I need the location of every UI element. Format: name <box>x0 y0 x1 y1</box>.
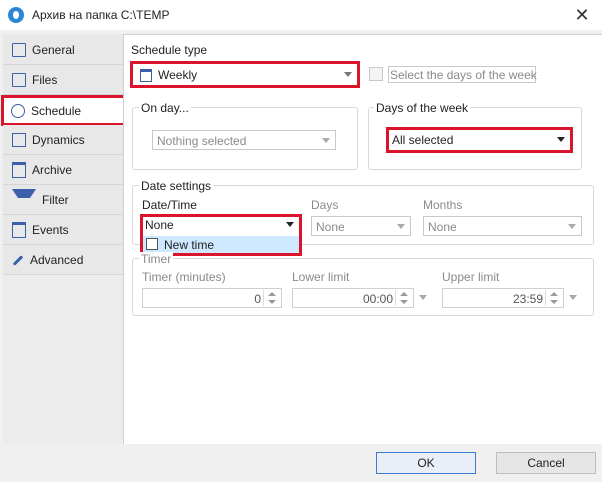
date-settings-title: Date settings <box>139 179 214 193</box>
datetime-select[interactable]: None <box>143 217 299 234</box>
tab-label: Archive <box>32 162 73 177</box>
days-value: None <box>316 220 345 234</box>
calendar-icon <box>12 221 26 238</box>
days-label: Days <box>311 198 339 212</box>
ok-button[interactable]: OK <box>376 452 476 474</box>
days-of-week-select[interactable]: All selected <box>390 131 570 149</box>
months-value: None <box>428 220 457 234</box>
lower-limit-label: Lower limit <box>292 270 350 284</box>
lower-limit-dropdown-icon[interactable] <box>416 288 430 306</box>
spin-arrows-icon[interactable] <box>545 290 562 306</box>
spin-arrows-icon[interactable] <box>395 290 412 306</box>
upper-limit-label: Upper limit <box>442 270 500 284</box>
on-day-select[interactable]: Nothing selected <box>152 130 336 150</box>
tab-advanced[interactable]: Advanced <box>3 245 123 275</box>
tab-files[interactable]: Files <box>3 65 123 95</box>
upper-limit-value: 23:59 <box>512 292 543 306</box>
schedule-type-value: Weekly <box>158 68 198 82</box>
lower-limit-input[interactable]: 00:00 <box>292 288 414 308</box>
chevron-down-icon <box>322 138 330 143</box>
months-select[interactable]: None <box>423 216 582 236</box>
chevron-down-icon <box>344 72 352 77</box>
tab-general[interactable]: General <box>3 35 123 65</box>
tab-label: General <box>32 42 75 57</box>
timer-minutes-input[interactable]: 0 <box>142 288 282 308</box>
timer-minutes-value: 0 <box>254 292 261 306</box>
files-icon <box>12 72 26 87</box>
days-select[interactable]: None <box>311 216 411 236</box>
tab-events[interactable]: Events <box>3 215 123 245</box>
spin-arrows-icon[interactable] <box>263 290 280 306</box>
calendar-icon <box>140 69 152 82</box>
wrench-icon <box>12 254 24 266</box>
select-days-checkbox[interactable] <box>369 67 383 81</box>
tab-label: Dynamics <box>32 132 85 147</box>
tab-label: Events <box>32 222 69 237</box>
tab-label: Schedule <box>31 103 82 118</box>
on-day-value: Nothing selected <box>157 134 247 148</box>
tab-label: Filter <box>42 192 69 207</box>
chevron-down-icon <box>557 137 565 142</box>
close-icon[interactable]: ✕ <box>570 4 594 26</box>
tab-list: General Files Schedule Dynamics Archive … <box>1 34 127 444</box>
monitor-icon <box>12 42 26 57</box>
select-days-label: Select the days of the week <box>390 68 537 82</box>
months-label: Months <box>423 198 463 212</box>
datetime-label: Date/Time <box>142 198 197 212</box>
upper-limit-input[interactable]: 23:59 <box>442 288 564 308</box>
chevron-down-icon <box>286 222 294 227</box>
cancel-button[interactable]: Cancel <box>496 452 596 474</box>
checkbox-icon <box>146 238 158 250</box>
tab-label: Files <box>32 72 58 87</box>
lower-limit-value: 00:00 <box>362 292 393 306</box>
dropdown-option-new-time[interactable]: New time <box>143 236 299 253</box>
datetime-value: None <box>145 218 174 232</box>
schedule-type-label: Schedule type <box>131 43 208 57</box>
chevron-down-icon <box>397 224 405 229</box>
clock-icon <box>11 103 25 118</box>
on-day-title: On day... <box>139 101 191 115</box>
tab-dynamics[interactable]: Dynamics <box>3 125 123 155</box>
schedule-type-select[interactable]: Weekly <box>135 65 357 85</box>
days-of-week-value: All selected <box>392 133 454 147</box>
tab-filter[interactable]: Filter <box>3 185 123 215</box>
dropdown-option-label: New time <box>164 238 215 252</box>
filter-icon <box>12 189 36 210</box>
window-title: Архив на папка C:\TEMP <box>32 8 170 22</box>
app-icon <box>8 7 24 23</box>
days-of-week-title: Days of the week <box>374 101 471 115</box>
timer-minutes-label: Timer (minutes) <box>142 270 226 284</box>
tab-label: Advanced <box>30 252 84 267</box>
archive-icon <box>12 161 26 178</box>
timer-title: Timer <box>139 252 174 266</box>
bars-icon <box>12 132 26 147</box>
upper-limit-dropdown-icon[interactable] <box>566 288 580 306</box>
tab-archive[interactable]: Archive <box>3 155 123 185</box>
chevron-down-icon <box>568 224 576 229</box>
tab-schedule[interactable]: Schedule <box>1 95 127 126</box>
